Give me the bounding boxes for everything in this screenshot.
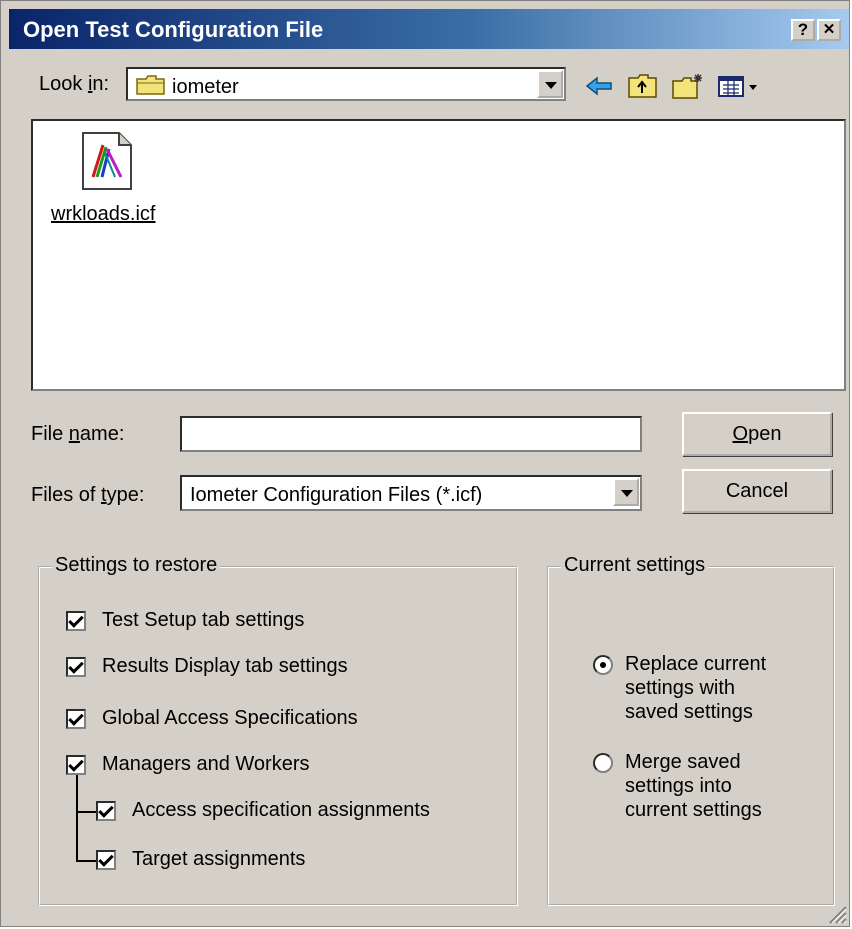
access-spec-assignments-checkbox[interactable] (96, 801, 116, 821)
target-assignments-label: Target assignments (132, 848, 306, 870)
managers-workers-checkbox[interactable] (66, 755, 86, 775)
resize-grip[interactable] (825, 902, 847, 924)
file-name-label-post: ame: (79, 423, 125, 445)
settings-to-restore-title: Settings to restore (52, 554, 221, 577)
icf-file-icon (81, 131, 133, 196)
replace-radio[interactable] (593, 655, 613, 675)
merge-label: Merge saved settings into current settin… (625, 750, 762, 822)
merge-label-line: current settings (625, 799, 762, 821)
view-menu-icon[interactable] (716, 71, 764, 101)
replace-label-line: Replace current (625, 653, 767, 675)
merge-radio[interactable] (593, 753, 613, 773)
file-type-value: Iometer Configuration Files (*.icf) (190, 484, 483, 506)
file-name-input[interactable] (180, 416, 642, 452)
look-in-combo[interactable]: iometer (126, 67, 566, 101)
title-bar[interactable]: Open Test Configuration File ? ✕ (9, 9, 849, 49)
cancel-button[interactable]: Cancel (682, 469, 832, 513)
look-in-label-post: n: (92, 73, 110, 95)
current-settings-group: Current settings Replace current setting… (547, 554, 835, 906)
replace-label: Replace current settings with saved sett… (625, 652, 766, 724)
new-folder-icon[interactable] (671, 71, 705, 101)
target-assignments-checkbox[interactable] (96, 850, 116, 870)
file-type-combo[interactable]: Iometer Configuration Files (*.icf) (180, 475, 642, 511)
up-folder-icon[interactable] (626, 71, 660, 101)
global-access-specs-checkbox[interactable] (66, 709, 86, 729)
file-type-label-pre: Files of (31, 484, 102, 506)
access-spec-assignments-label: Access specification assignments (132, 799, 430, 821)
look-in-label: Look in: (39, 73, 109, 96)
folder-icon (136, 75, 166, 100)
merge-label-line: settings into (625, 775, 732, 797)
file-type-dropdown-button[interactable] (613, 478, 639, 506)
global-access-specs-label: Global Access Specifications (102, 707, 358, 729)
file-type-label: Files of type: (31, 484, 144, 507)
merge-label-line: Merge saved (625, 751, 741, 773)
tree-line-branch (76, 811, 96, 813)
file-name-label-mnemonic: n (68, 423, 80, 445)
file-type-label-post: ype: (106, 484, 145, 506)
test-setup-label: Test Setup tab settings (102, 609, 305, 631)
look-in-dropdown-button[interactable] (537, 70, 563, 98)
test-setup-checkbox[interactable] (66, 611, 86, 631)
look-in-value: iometer (172, 76, 239, 98)
current-settings-title: Current settings (561, 554, 709, 577)
results-display-checkbox[interactable] (66, 657, 86, 677)
open-config-dialog: Open Test Configuration File ? ✕ Look in… (0, 0, 850, 927)
file-list[interactable]: wrkloads.icf (31, 119, 846, 391)
managers-workers-label: Managers and Workers (102, 753, 310, 775)
dialog-title: Open Test Configuration File (23, 17, 324, 42)
results-display-label: Results Display tab settings (102, 655, 348, 677)
replace-label-line: settings with (625, 677, 736, 699)
back-arrow-icon[interactable] (583, 71, 617, 101)
look-in-label-pre: Look (39, 73, 88, 95)
settings-to-restore-group: Settings to restore Test Setup tab setti… (38, 554, 518, 906)
tree-line-vertical (76, 775, 78, 861)
close-button[interactable]: ✕ (817, 19, 841, 41)
open-button-mnemonic: O (732, 423, 749, 445)
file-name-label-text: File name: (31, 423, 124, 446)
replace-label-line: saved settings (625, 701, 753, 723)
help-button[interactable]: ? (791, 19, 815, 41)
tree-line-branch (76, 860, 96, 862)
file-name-label-pre: File (31, 423, 69, 445)
file-name-label: wrkloads.icf (51, 203, 156, 225)
open-button-label: pen (748, 423, 782, 445)
open-button[interactable]: Open (682, 412, 832, 456)
